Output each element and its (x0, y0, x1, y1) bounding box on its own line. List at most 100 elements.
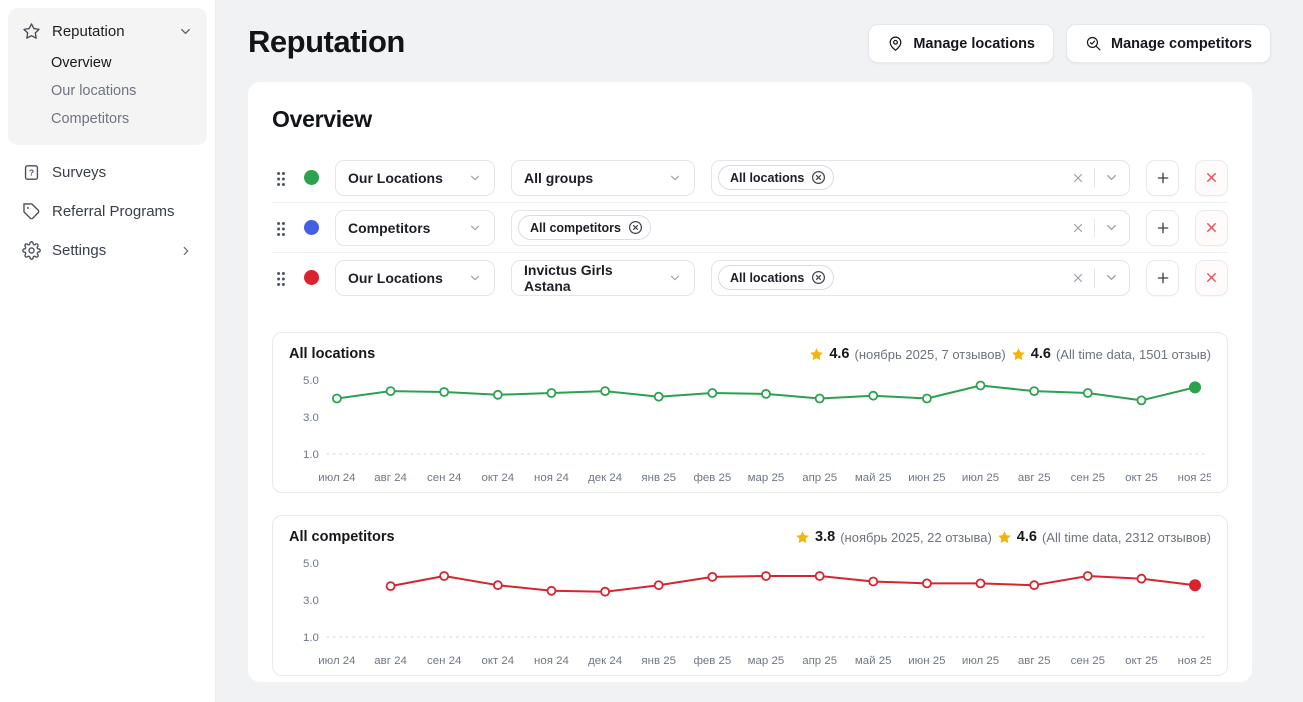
add-series-button[interactable] (1146, 160, 1179, 196)
sidebar-item-settings[interactable]: Settings (8, 231, 207, 270)
svg-text:авг 24: авг 24 (374, 655, 407, 667)
chevron-down-icon[interactable] (1104, 170, 1119, 185)
remove-chip-icon[interactable] (811, 270, 826, 285)
remove-series-button[interactable] (1195, 160, 1228, 196)
svg-text:июл 24: июл 24 (318, 655, 356, 667)
line-chart-all-competitors: 5.0 3.0 1.0 июл 24 авг 24 сен 24 окт 24 ноя 24 д… (289, 551, 1211, 669)
chart-ratings: 3.8 (ноябрь 2025, 22 отзыва) 4.6 (All ti… (795, 529, 1211, 545)
svg-text:3.0: 3.0 (303, 595, 319, 607)
close-icon (1204, 220, 1219, 235)
chart-ratings: 4.6 (ноябрь 2025, 7 отзывов) 4.6 (All ti… (809, 346, 1211, 362)
overview-card: Overview Our Locations All groups All lo… (248, 82, 1252, 682)
selection-chip[interactable]: All locations (718, 265, 834, 290)
chart-card-all-competitors: All competitors 3.8 (ноябрь 2025, 22 отз… (272, 515, 1228, 676)
map-pin-icon (887, 35, 904, 52)
group-select[interactable]: Invictus Girls Astana (511, 260, 695, 296)
chevron-down-icon[interactable] (1104, 220, 1119, 235)
svg-text:ноя 25: ноя 25 (1178, 472, 1211, 484)
plus-icon (1155, 270, 1171, 286)
sidebar-item-overview[interactable]: Overview (16, 49, 199, 77)
clear-icon[interactable] (1071, 221, 1085, 235)
source-select[interactable]: Our Locations (335, 260, 495, 296)
selection-chip[interactable]: All competitors (518, 215, 651, 240)
manage-locations-button[interactable]: Manage locations (868, 24, 1054, 63)
svg-text:сен 24: сен 24 (427, 655, 462, 667)
svg-text:дек 24: дек 24 (588, 655, 623, 667)
chevron-down-icon (468, 171, 482, 185)
rating-alltime-note: (All time data, 1501 отзыв) (1056, 347, 1211, 362)
gear-icon (22, 241, 41, 260)
star-icon (1011, 347, 1026, 362)
sidebar-item-competitors[interactable]: Competitors (16, 105, 199, 133)
svg-text:янв 25: янв 25 (641, 472, 676, 484)
search-check-icon (1085, 35, 1102, 52)
svg-text:сен 25: сен 25 (1071, 472, 1105, 484)
rating-alltime-value: 4.6 (1017, 529, 1037, 545)
svg-text:ноя 24: ноя 24 (534, 655, 569, 667)
add-series-button[interactable] (1146, 210, 1179, 246)
svg-text:июн 25: июн 25 (908, 472, 945, 484)
chevron-down-icon[interactable] (1104, 270, 1119, 285)
selection-chip[interactable]: All locations (718, 165, 834, 190)
svg-text:ноя 24: ноя 24 (534, 472, 569, 484)
manage-competitors-button[interactable]: Manage competitors (1066, 24, 1271, 63)
plus-icon (1155, 220, 1171, 236)
remove-chip-icon[interactable] (628, 220, 643, 235)
page-title: Reputation (248, 24, 405, 60)
svg-text:ноя 25: ноя 25 (1178, 655, 1211, 667)
sidebar-item-label: Settings (52, 242, 106, 259)
sidebar-item-label: Reputation (52, 23, 125, 40)
chart-card-all-locations: All locations 4.6 (ноябрь 2025, 7 отзыво… (272, 332, 1228, 493)
remove-series-button[interactable] (1195, 260, 1228, 296)
star-icon (22, 22, 41, 41)
sidebar-item-surveys[interactable]: ? Surveys (8, 153, 207, 192)
svg-text:авг 24: авг 24 (374, 472, 407, 484)
chart-title: All locations (289, 346, 375, 362)
svg-text:мар 25: мар 25 (748, 655, 785, 667)
svg-text:апр 25: апр 25 (802, 472, 837, 484)
chevron-down-icon (668, 271, 682, 285)
chevron-down-icon (468, 221, 482, 235)
page-header: Reputation Manage locations Manage compe… (248, 24, 1271, 63)
svg-text:1.0: 1.0 (303, 632, 319, 644)
locations-multiselect[interactable]: All locations (711, 160, 1130, 196)
clear-icon[interactable] (1071, 171, 1085, 185)
svg-text:май 25: май 25 (855, 655, 892, 667)
sidebar-item-reputation[interactable]: Reputation (16, 14, 199, 49)
svg-text:сен 24: сен 24 (427, 472, 462, 484)
overview-title: Overview (272, 106, 1228, 133)
star-icon (997, 530, 1012, 545)
svg-text:окт 25: окт 25 (1125, 472, 1158, 484)
locations-multiselect[interactable]: All locations (711, 260, 1130, 296)
svg-text:?: ? (29, 167, 34, 177)
svg-text:3.0: 3.0 (303, 412, 319, 424)
remove-series-button[interactable] (1195, 210, 1228, 246)
source-select[interactable]: Competitors (335, 210, 495, 246)
sidebar-item-our-locations[interactable]: Our locations (16, 77, 199, 105)
sidebar: Reputation Overview Our locations Compet… (0, 0, 216, 702)
svg-text:авг 25: авг 25 (1018, 472, 1051, 484)
rating-current-note: (ноябрь 2025, 7 отзывов) (855, 347, 1006, 362)
competitors-multiselect[interactable]: All competitors (511, 210, 1130, 246)
group-select[interactable]: All groups (511, 160, 695, 196)
rating-current-value: 3.8 (815, 529, 835, 545)
svg-text:май 25: май 25 (855, 472, 892, 484)
remove-chip-icon[interactable] (811, 170, 826, 185)
drag-handle-icon[interactable] (272, 219, 288, 237)
svg-text:5.0: 5.0 (303, 558, 319, 570)
add-series-button[interactable] (1146, 260, 1179, 296)
line-chart-all-locations: 5.03.01.0июл 24авг 24сен 24окт 24ноя 24д… (289, 368, 1211, 486)
main-content: Reputation Manage locations Manage compe… (216, 0, 1303, 702)
star-icon (795, 530, 810, 545)
drag-handle-icon[interactable] (272, 169, 288, 187)
series-color-dot (304, 220, 319, 235)
sidebar-item-referral-programs[interactable]: Referral Programs (8, 192, 207, 231)
source-select[interactable]: Our Locations (335, 160, 495, 196)
clear-icon[interactable] (1071, 271, 1085, 285)
svg-text:окт 24: окт 24 (481, 655, 514, 667)
filter-row-3: Our Locations Invictus Girls Astana All … (272, 252, 1228, 302)
svg-text:дек 24: дек 24 (588, 472, 623, 484)
svg-text:июл 25: июл 25 (962, 655, 999, 667)
drag-handle-icon[interactable] (272, 269, 288, 287)
chevron-right-icon (179, 244, 193, 258)
